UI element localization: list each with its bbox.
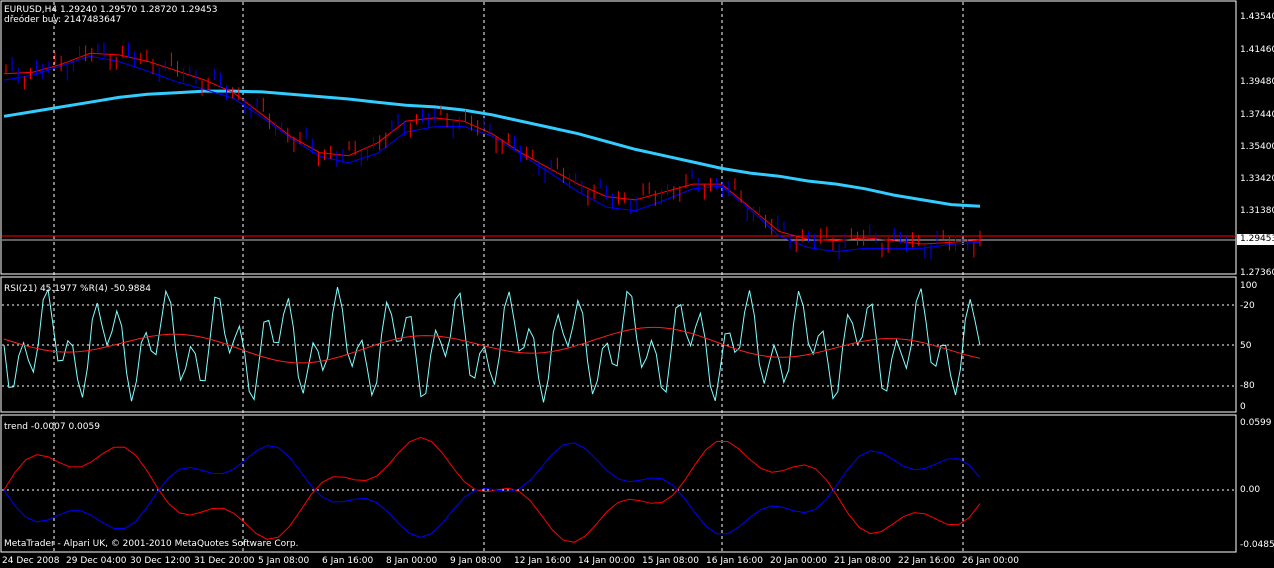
time-label: 29 Dec 04:00 <box>66 556 127 566</box>
trend-panel-frame <box>0 414 1237 553</box>
time-label: 12 Jan 16:00 <box>514 556 571 566</box>
copyright-text: MetaTrader - Alpari UK, © 2001-2010 Meta… <box>4 539 299 549</box>
price-label: 1.43540 <box>1240 12 1274 22</box>
time-label: 6 Jan 16:00 <box>322 556 374 566</box>
time-label: 20 Jan 00:00 <box>770 556 827 566</box>
trend-level-label: -0.0485 <box>1240 540 1274 550</box>
time-label: 5 Jan 08:00 <box>258 556 310 566</box>
trend-panel-title: trend -0.0007 0.0059 <box>4 422 100 432</box>
time-label: 31 Dec 20:00 <box>194 556 255 566</box>
time-label: 30 Dec 12:00 <box>130 556 191 566</box>
price-label: 1.37440 <box>1240 110 1274 120</box>
rsi-level-label: -80 <box>1240 381 1255 391</box>
order-info: dřeóder buy: 2147483647 <box>4 15 122 25</box>
chart-canvas[interactable] <box>0 0 1274 568</box>
trend-level-label: 0.0599 <box>1240 418 1272 428</box>
slow-ma-line <box>3 89 981 208</box>
rsi-level-label: 50 <box>1240 341 1252 351</box>
main-panel-frame <box>0 0 1237 275</box>
rsi-level-label: -20 <box>1240 301 1255 311</box>
price-label: 1.33420 <box>1240 174 1274 184</box>
time-label: 16 Jan 16:00 <box>706 556 763 566</box>
fast-ma-blue-line <box>3 55 981 253</box>
fast-ma-red-line <box>3 52 981 245</box>
time-label: 24 Dec 2008 <box>2 556 60 566</box>
chart-title: EURUSD,H4 1.29240 1.29570 1.28720 1.2945… <box>4 5 218 15</box>
price-label: 1.35400 <box>1240 142 1274 152</box>
time-label: 9 Jan 08:00 <box>450 556 502 566</box>
price-label: 1.31380 <box>1240 206 1274 216</box>
last-price-marker: 1.29453 <box>1237 234 1274 245</box>
time-label: 21 Jan 08:00 <box>834 556 891 566</box>
time-label: 14 Jan 00:00 <box>578 556 635 566</box>
rsi-level-label: 0 <box>1240 402 1246 412</box>
time-label: 26 Jan 00:00 <box>962 556 1019 566</box>
time-label: 22 Jan 16:00 <box>898 556 955 566</box>
time-label: 8 Jan 00:00 <box>386 556 438 566</box>
trend-level-label: 0.00 <box>1240 485 1261 495</box>
rsi-panel-title: RSI(21) 45.1977 %R(4) -50.9884 <box>4 284 151 294</box>
price-label: 1.27360 <box>1240 268 1274 278</box>
price-label: 1.39480 <box>1240 77 1274 87</box>
rsi-level-label: 100 <box>1240 281 1258 291</box>
time-label: 15 Jan 08:00 <box>642 556 699 566</box>
price-label: 1.41460 <box>1240 45 1274 55</box>
